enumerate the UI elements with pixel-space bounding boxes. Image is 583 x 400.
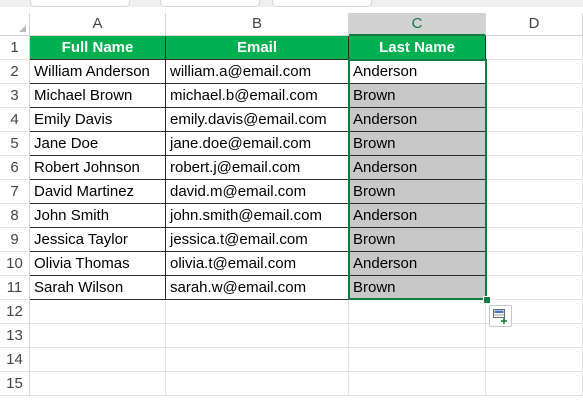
row-header-6[interactable]: 6 bbox=[0, 156, 30, 180]
table-cell[interactable]: Anderson bbox=[349, 204, 486, 228]
row-header-9[interactable]: 9 bbox=[0, 228, 30, 252]
table-cell[interactable]: Jane Doe bbox=[30, 132, 166, 156]
table-cell[interactable]: jane.doe@email.com bbox=[166, 132, 349, 156]
empty-cell[interactable] bbox=[486, 372, 583, 396]
column-header-d[interactable]: D bbox=[486, 13, 583, 36]
empty-cell[interactable] bbox=[486, 228, 583, 252]
workbook-tab[interactable] bbox=[30, 0, 130, 7]
table-cell[interactable]: michael.b@email.com bbox=[166, 84, 349, 108]
empty-cell[interactable] bbox=[486, 348, 583, 372]
empty-cell[interactable] bbox=[349, 372, 486, 396]
empty-cell[interactable] bbox=[486, 132, 583, 156]
table-cell[interactable]: emily.davis@email.com bbox=[166, 108, 349, 132]
row-header-2[interactable]: 2 bbox=[0, 60, 30, 84]
table-cell[interactable]: Brown bbox=[349, 228, 486, 252]
row-header-10[interactable]: 10 bbox=[0, 252, 30, 276]
workbook-tab[interactable] bbox=[160, 0, 260, 7]
empty-cell[interactable] bbox=[166, 372, 349, 396]
empty-cell[interactable] bbox=[486, 60, 583, 84]
table-cell[interactable]: john.smith@email.com bbox=[166, 204, 349, 228]
row-header-1[interactable]: 1 bbox=[0, 36, 30, 60]
table-header-cell[interactable]: Email bbox=[166, 36, 349, 60]
row-header-15[interactable]: 15 bbox=[0, 372, 30, 396]
row-header-13[interactable]: 13 bbox=[0, 324, 30, 348]
table-cell[interactable]: william.a@email.com bbox=[166, 60, 349, 84]
row-header-5[interactable]: 5 bbox=[0, 132, 30, 156]
row-header-12[interactable]: 12 bbox=[0, 300, 30, 324]
empty-cell[interactable] bbox=[30, 372, 166, 396]
table-cell[interactable]: Brown bbox=[349, 180, 486, 204]
row-header-14[interactable]: 14 bbox=[0, 348, 30, 372]
table-cell[interactable]: Brown bbox=[349, 84, 486, 108]
row-header-3[interactable]: 3 bbox=[0, 84, 30, 108]
empty-cell[interactable] bbox=[486, 324, 583, 348]
empty-cell[interactable] bbox=[486, 108, 583, 132]
table-cell[interactable]: Olivia Thomas bbox=[30, 252, 166, 276]
row-header-7[interactable]: 7 bbox=[0, 180, 30, 204]
empty-cell[interactable] bbox=[486, 180, 583, 204]
empty-cell[interactable] bbox=[166, 324, 349, 348]
empty-cell[interactable] bbox=[30, 348, 166, 372]
table-cell[interactable]: Anderson bbox=[349, 156, 486, 180]
row-header-8[interactable]: 8 bbox=[0, 204, 30, 228]
table-cell[interactable]: Anderson bbox=[349, 252, 486, 276]
table-cell[interactable]: Anderson bbox=[349, 108, 486, 132]
fill-handle[interactable] bbox=[483, 296, 491, 304]
empty-cell[interactable] bbox=[349, 300, 486, 324]
row-header-4[interactable]: 4 bbox=[0, 108, 30, 132]
table-cell[interactable]: Brown bbox=[349, 132, 486, 156]
table-cell[interactable]: robert.j@email.com bbox=[166, 156, 349, 180]
table-cell[interactable]: Anderson bbox=[349, 60, 486, 84]
empty-cell[interactable] bbox=[486, 204, 583, 228]
empty-cell[interactable] bbox=[30, 300, 166, 324]
empty-cell[interactable] bbox=[486, 36, 583, 60]
empty-cell[interactable] bbox=[166, 300, 349, 324]
column-header-c[interactable]: C bbox=[349, 13, 486, 36]
row-header-11[interactable]: 11 bbox=[0, 276, 30, 300]
table-cell[interactable]: jessica.t@email.com bbox=[166, 228, 349, 252]
flash-fill-options-icon bbox=[493, 309, 507, 324]
select-all-button[interactable] bbox=[0, 13, 30, 36]
table-cell[interactable]: Emily Davis bbox=[30, 108, 166, 132]
table-cell[interactable]: Robert Johnson bbox=[30, 156, 166, 180]
sheet-tab-strip bbox=[0, 0, 583, 7]
empty-cell[interactable] bbox=[349, 348, 486, 372]
empty-cell[interactable] bbox=[486, 252, 583, 276]
empty-cell[interactable] bbox=[486, 84, 583, 108]
table-header-cell[interactable]: Full Name bbox=[30, 36, 166, 60]
table-cell[interactable]: Jessica Taylor bbox=[30, 228, 166, 252]
empty-cell[interactable] bbox=[486, 156, 583, 180]
column-header-a[interactable]: A bbox=[30, 13, 166, 36]
table-cell[interactable]: John Smith bbox=[30, 204, 166, 228]
table-cell[interactable]: Sarah Wilson bbox=[30, 276, 166, 300]
table-cell[interactable]: sarah.w@email.com bbox=[166, 276, 349, 300]
select-all-triangle-icon bbox=[19, 25, 26, 32]
table-cell[interactable]: Brown bbox=[349, 276, 486, 300]
empty-cell[interactable] bbox=[30, 324, 166, 348]
table-cell[interactable]: olivia.t@email.com bbox=[166, 252, 349, 276]
table-header-cell[interactable]: Last Name bbox=[349, 36, 486, 60]
empty-cell[interactable] bbox=[486, 276, 583, 300]
table-cell[interactable]: William Anderson bbox=[30, 60, 166, 84]
workbook-tab[interactable] bbox=[272, 0, 372, 7]
table-cell[interactable]: Michael Brown bbox=[30, 84, 166, 108]
empty-cell[interactable] bbox=[166, 348, 349, 372]
empty-cell[interactable] bbox=[349, 324, 486, 348]
table-cell[interactable]: David Martinez bbox=[30, 180, 166, 204]
flash-fill-options-button[interactable] bbox=[489, 305, 512, 327]
column-header-b[interactable]: B bbox=[166, 13, 349, 36]
table-cell[interactable]: david.m@email.com bbox=[166, 180, 349, 204]
